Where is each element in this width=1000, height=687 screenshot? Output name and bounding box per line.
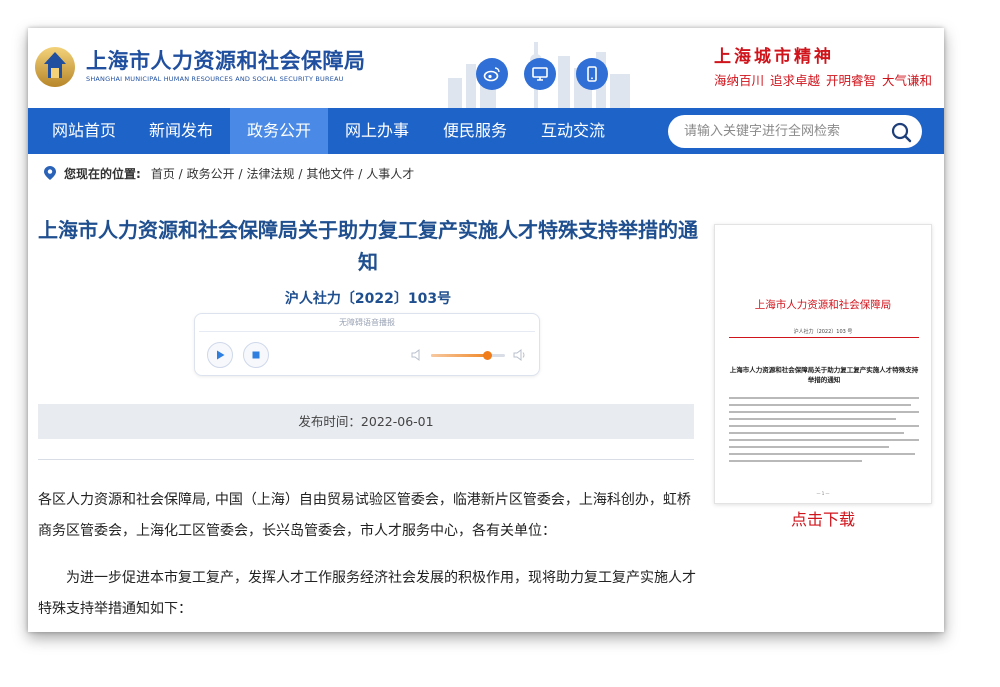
city-spirit-title: 上海城市精神 <box>714 47 834 67</box>
search-input[interactable] <box>684 115 884 148</box>
browser-page: 上海市人力资源和社会保障局 SHANGHAI MUNICIPAL HUMAN R… <box>28 28 944 632</box>
thumbnail-header: 上海市人力资源和社会保障局 <box>754 299 892 311</box>
stop-button[interactable] <box>243 342 269 368</box>
thumbnail-doc-number: 沪人社力〔2022〕103 号 <box>793 329 853 335</box>
site-name[interactable]: 上海市人力资源和社会保障局 <box>86 45 366 75</box>
thumbnail-title: 上海市人力资源和社会保障局关于助力复工复产实施人才特殊支持举措的通知 <box>729 366 919 384</box>
publish-time: 发布时间：2022-06-01 <box>38 404 694 439</box>
breadcrumb-home[interactable]: 首页 / <box>151 165 183 182</box>
spirit-phrase: 大气谦和 <box>882 73 933 88</box>
volume-fill <box>431 354 487 357</box>
nav-item-public-services[interactable]: 便民服务 <box>426 108 524 154</box>
volume-slider[interactable] <box>431 351 505 360</box>
spirit-phrase: 追求卓越 <box>770 73 821 88</box>
article-paragraph: 各区人力资源和社会保障局, 中国（上海）自由贸易试验区管委会，临港新片区管委会，… <box>38 492 691 539</box>
monitor-icon <box>532 67 548 81</box>
bureau-logo-icon[interactable] <box>32 44 78 90</box>
player-label: 无障碍语音播报 <box>339 318 395 327</box>
breadcrumb-government-affairs[interactable]: 政务公开 / <box>187 165 243 182</box>
stop-icon <box>252 351 260 359</box>
thumbnail-red-rule <box>729 337 919 338</box>
article-paragraph: 为进一步促进本市复工复产，发挥人才工作服务经济社会发展的积极作用，现将助力复工复… <box>38 570 696 617</box>
audio-player: 无障碍语音播报 <box>194 313 540 376</box>
search-box <box>668 115 922 148</box>
content-divider <box>38 459 694 460</box>
nav-item-government-affairs[interactable]: 政务公开 <box>230 108 328 154</box>
breadcrumb-other-files[interactable]: 其他文件 / <box>306 165 362 182</box>
mobile-icon <box>587 66 597 82</box>
breadcrumb: 您现在的位置: 首页 / 政务公开 / 法律法规 / 其他文件 / 人事人才 <box>44 163 418 183</box>
document-thumbnail[interactable]: 上海市人力资源和社会保障局 沪人社力〔2022〕103 号 上海市人力资源和社会… <box>714 224 932 504</box>
city-spirit-phrases: 海纳百川 追求卓越 开明睿智 大气谦和 <box>714 70 938 89</box>
spirit-phrase: 开明睿智 <box>826 73 877 88</box>
breadcrumb-label: 您现在的位置: <box>64 166 141 181</box>
site-name-english: SHANGHAI MUNICIPAL HUMAN RESOURCES AND S… <box>86 75 344 83</box>
document-number: 沪人社力〔2022〕103号 <box>284 291 452 307</box>
volume-high-icon <box>513 349 525 361</box>
search-icon[interactable] <box>890 121 912 143</box>
play-icon <box>217 350 225 360</box>
download-link[interactable]: 点击下载 <box>714 506 932 530</box>
player-divider <box>199 331 535 332</box>
site-header: 上海市人力资源和社会保障局 SHANGHAI MUNICIPAL HUMAN R… <box>28 28 944 108</box>
nav-item-news[interactable]: 新闻发布 <box>132 108 230 154</box>
desktop-version-button[interactable] <box>524 58 556 90</box>
thumbnail-page-number: — 1 — <box>816 491 830 496</box>
play-button[interactable] <box>207 342 233 368</box>
main-nav: 网站首页 新闻发布 政务公开 网上办事 便民服务 互动交流 <box>28 108 944 154</box>
nav-item-interaction[interactable]: 互动交流 <box>524 108 622 154</box>
nav-item-home[interactable]: 网站首页 <box>36 108 132 154</box>
location-pin-icon <box>44 166 56 180</box>
nav-item-online-services[interactable]: 网上办事 <box>328 108 426 154</box>
weibo-icon <box>483 67 500 82</box>
article-title: 上海市人力资源和社会保障局关于助力复工复产实施人才特殊支持举措的通知 <box>38 218 698 274</box>
volume-low-icon <box>411 349 420 361</box>
thumbnail-body-text <box>729 397 919 467</box>
breadcrumb-personnel[interactable]: 人事人才 <box>366 165 414 182</box>
mobile-version-button[interactable] <box>576 58 608 90</box>
volume-knob[interactable] <box>482 351 492 360</box>
weibo-button[interactable] <box>476 58 508 90</box>
breadcrumb-laws[interactable]: 法律法规 / <box>247 165 303 182</box>
spirit-phrase: 海纳百川 <box>714 73 765 88</box>
